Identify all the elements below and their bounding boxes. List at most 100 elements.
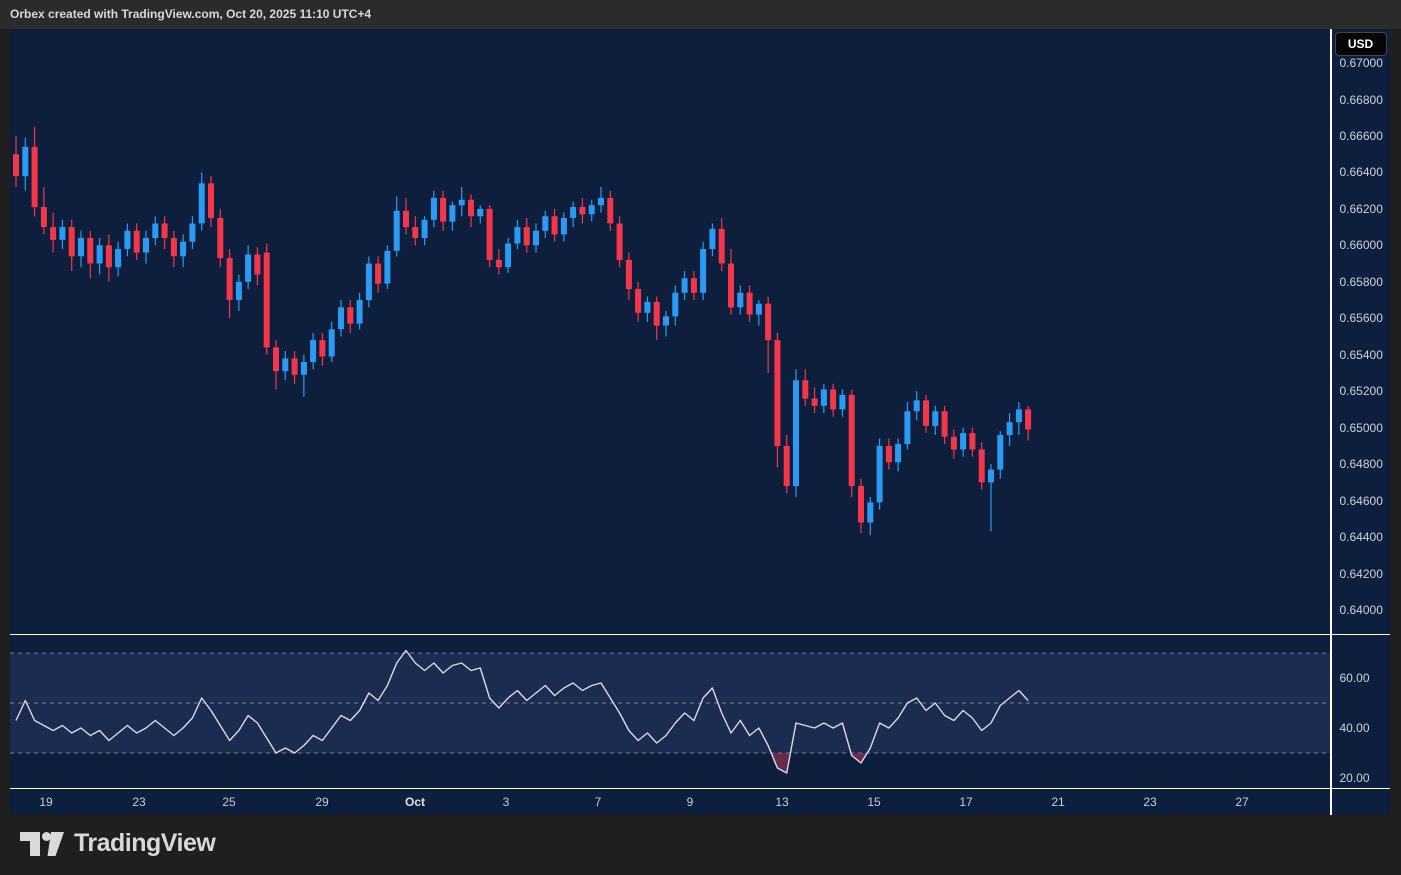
- candlestick-pane[interactable]: [10, 29, 1330, 634]
- candle-up: [672, 293, 678, 317]
- candle-up: [821, 389, 827, 405]
- candle-down: [440, 198, 446, 222]
- candle-down: [858, 486, 864, 523]
- attribution-text: Orbex created with TradingView.com, Oct …: [0, 7, 371, 21]
- candle-up: [143, 238, 149, 253]
- candle-up: [236, 282, 242, 300]
- price-tick-label: 0.66600: [1340, 129, 1383, 143]
- time-label-month: Oct: [405, 795, 425, 809]
- candle-up: [514, 227, 520, 243]
- candle-up: [431, 198, 437, 220]
- candle-down: [32, 147, 38, 207]
- candle-down: [691, 278, 697, 293]
- candle-down: [524, 227, 530, 245]
- candle-down: [654, 302, 660, 326]
- candle-up: [124, 231, 130, 249]
- tradingview-snapshot: Orbex created with TradingView.com, Oct …: [0, 0, 1401, 875]
- candle-up: [644, 302, 650, 313]
- tradingview-logo[interactable]: TradingView: [20, 829, 215, 858]
- candle-down: [162, 224, 168, 239]
- candle-up: [895, 444, 901, 462]
- candle-up: [904, 411, 910, 444]
- price-tick-label: 0.65400: [1340, 348, 1383, 362]
- price-tick-label: 0.64000: [1340, 603, 1383, 617]
- time-label-day: 3: [503, 795, 510, 809]
- candle-up: [459, 200, 465, 206]
- candle-down: [87, 238, 93, 264]
- time-label-day: 25: [222, 795, 235, 809]
- candle-up: [914, 400, 920, 411]
- candle-up: [839, 395, 845, 410]
- candle-down: [765, 304, 771, 341]
- attribution-bar: Orbex created with TradingView.com, Oct …: [0, 0, 1401, 29]
- time-label-day: 13: [775, 795, 788, 809]
- candle-up: [97, 245, 103, 263]
- candle-up: [598, 198, 604, 205]
- candle-down: [106, 245, 112, 267]
- candle-up: [988, 470, 994, 483]
- candle-up: [589, 205, 595, 214]
- candle-up: [663, 316, 669, 325]
- candle-up: [152, 224, 158, 239]
- candle-up: [422, 220, 428, 238]
- candle-down: [979, 450, 985, 483]
- rsi-tick-label: 40.00: [1340, 721, 1370, 735]
- candle-down: [171, 238, 177, 256]
- candle-down: [208, 183, 214, 218]
- price-axis[interactable]: USD 0.670000.668000.666000.664000.662000…: [1332, 29, 1390, 815]
- chart-area: 19232529Oct379131517212327 USD 0.670000.…: [10, 29, 1390, 815]
- price-tick-label: 0.64200: [1340, 567, 1383, 581]
- candle-up: [997, 435, 1003, 470]
- candle-down: [886, 446, 892, 462]
- candle-down: [626, 260, 632, 289]
- price-tick-label: 0.66400: [1340, 165, 1383, 179]
- candle-down: [942, 411, 948, 437]
- candle-up: [561, 218, 567, 234]
- time-label-day: 29: [315, 795, 328, 809]
- currency-toggle-button[interactable]: USD: [1335, 32, 1387, 56]
- tradingview-logo-text: TradingView: [74, 829, 215, 858]
- candle-down: [13, 154, 19, 176]
- price-tick-label: 0.66800: [1340, 93, 1383, 107]
- price-tick-label: 0.65200: [1340, 384, 1383, 398]
- candle-up: [449, 205, 455, 221]
- candle-down: [347, 307, 353, 323]
- candle-down: [403, 211, 409, 227]
- candle-down: [254, 255, 260, 275]
- candle-down: [849, 395, 855, 486]
- candle-down: [617, 224, 623, 261]
- price-tick-label: 0.66200: [1340, 202, 1383, 216]
- time-label-day: 27: [1235, 795, 1248, 809]
- candle-down: [273, 347, 279, 371]
- time-axis[interactable]: 19232529Oct379131517212327: [10, 789, 1330, 815]
- time-label-day: 15: [867, 795, 880, 809]
- candle-down: [375, 264, 381, 284]
- price-tick-label: 0.65000: [1340, 421, 1383, 435]
- candle-up: [793, 380, 799, 486]
- candle-up: [384, 251, 390, 284]
- candle-up: [301, 362, 307, 375]
- candle-down: [496, 260, 502, 267]
- price-tick-label: 0.65600: [1340, 311, 1383, 325]
- candle-down: [830, 389, 836, 409]
- candle-down: [412, 227, 418, 238]
- rsi-pane[interactable]: [10, 635, 1330, 788]
- candle-up: [505, 244, 511, 268]
- candle-up: [867, 502, 873, 522]
- candle-up: [542, 216, 548, 231]
- footer-bar: TradingView: [0, 815, 1401, 875]
- candle-up: [682, 278, 688, 293]
- candle-up: [338, 307, 344, 329]
- price-tick-label: 0.64600: [1340, 494, 1383, 508]
- candle-down: [579, 207, 585, 214]
- candle-down: [134, 231, 140, 253]
- candle-down: [319, 340, 325, 356]
- candle-up: [570, 207, 576, 218]
- candle-up: [877, 446, 883, 503]
- candle-down: [1025, 409, 1031, 429]
- price-tick-label: 0.64400: [1340, 530, 1383, 544]
- candle-up: [22, 147, 28, 176]
- candle-up: [533, 231, 539, 246]
- candle-up: [737, 293, 743, 308]
- candle-up: [329, 329, 335, 356]
